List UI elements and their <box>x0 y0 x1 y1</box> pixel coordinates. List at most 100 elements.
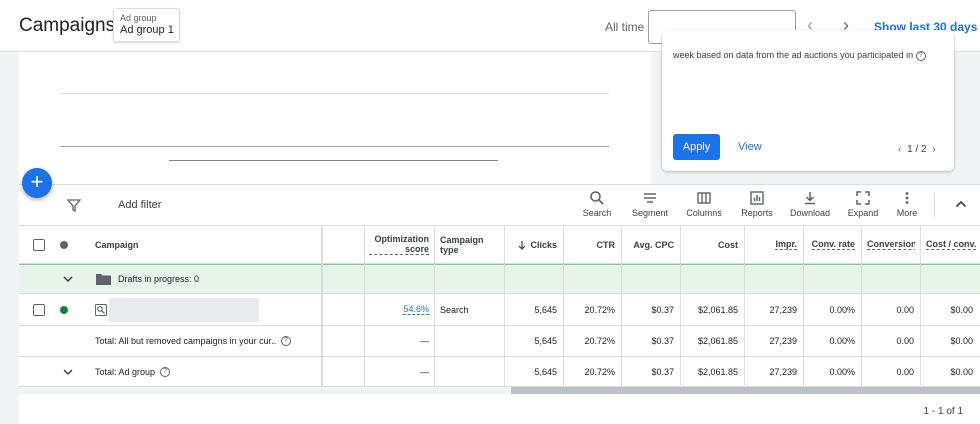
column-divider <box>434 226 435 387</box>
adgroup-selector-value: Ad group 1 <box>120 24 174 36</box>
filter-icon[interactable] <box>67 198 81 212</box>
header-conv-rate[interactable]: Conv. rate <box>809 226 855 263</box>
select-all-checkbox[interactable] <box>33 238 45 251</box>
header-cost[interactable]: Cost <box>684 226 738 263</box>
recommendation-card: week based on data from the ad auctions … <box>662 30 954 171</box>
add-filter-button[interactable]: Add filter <box>118 199 161 211</box>
more-tool-button[interactable]: More <box>894 190 920 218</box>
adgroup-cost-conv: $0.00 <box>950 366 973 377</box>
adgroup-selector-label: Ad group <box>120 13 157 23</box>
adgroup-ctr: 20.72% <box>584 366 615 377</box>
reports-tool-button[interactable]: Reports <box>738 190 776 218</box>
segment-tool-button[interactable]: Segment <box>631 190 669 218</box>
header-conversions[interactable]: Conversions <box>867 226 915 263</box>
table-row[interactable]: 54.6% Search 5,645 20.72% $0.37 $2,061.8… <box>19 294 980 326</box>
columns-icon <box>697 192 711 204</box>
column-divider <box>744 226 745 387</box>
expand-tool-label: Expand <box>847 208 879 218</box>
reports-icon <box>750 191 764 205</box>
search-icon <box>590 191 604 205</box>
chevron-right-icon[interactable]: › <box>932 144 935 155</box>
date-range-label: All time <box>605 20 645 34</box>
chart-gridline <box>60 146 609 147</box>
more-vert-icon <box>905 192 909 204</box>
cost-value: $2,061.85 <box>697 304 738 315</box>
header-clicks[interactable]: Clicks <box>509 226 557 263</box>
total-adgroup-row: Total: Ad group ? — 5,645 20.72% $0.37 $… <box>19 357 980 387</box>
optimization-score-text: 54.6% <box>403 304 429 315</box>
avg-cpc-value: $0.37 <box>651 304 674 315</box>
row-checkbox[interactable] <box>33 303 45 316</box>
column-divider <box>803 226 804 387</box>
adgroup-impr: 27,239 <box>769 366 797 377</box>
total-conversions: 0.00 <box>896 336 914 346</box>
table-toolbar: Add filter Search Segment Columns Report… <box>19 184 980 226</box>
status-column-icon <box>60 240 68 249</box>
header-impr-text: Impr. <box>775 239 797 250</box>
campaign-name[interactable] <box>109 298 259 322</box>
header-optimization-score[interactable]: Optimization score <box>369 226 429 263</box>
header-campaign-type[interactable]: Campaign type <box>440 226 500 263</box>
header-optimization-score-text: Optimization score <box>369 234 429 255</box>
chevron-down-icon[interactable] <box>62 366 74 378</box>
column-divider <box>364 226 365 387</box>
page-title: Campaigns <box>19 15 116 36</box>
help-icon[interactable]: ? <box>281 336 291 346</box>
total-campaigns-label: Total: All but removed campaigns in your… <box>95 336 277 346</box>
help-icon[interactable]: ? <box>915 50 926 61</box>
download-tool-button[interactable]: Download <box>788 190 832 218</box>
total-cost-conv: $0.00 <box>950 336 973 346</box>
drafts-row: Drafts in progress: 0 <box>19 264 980 294</box>
frozen-column-divider <box>321 226 323 387</box>
expand-tool-button[interactable]: Expand <box>846 190 880 218</box>
recommendation-text: week based on data from the ad auctions … <box>673 50 926 61</box>
adgroup-selector[interactable]: Ad group Ad group 1 <box>113 8 180 42</box>
impr-value: 27,239 <box>769 304 797 315</box>
view-link[interactable]: View <box>738 141 762 153</box>
table-header-row: Campaign Optimization score Campaign typ… <box>19 226 980 264</box>
header-campaign[interactable]: Campaign <box>95 226 215 263</box>
plus-icon: + <box>30 169 44 194</box>
total-conv-rate: 0.00% <box>829 336 855 346</box>
header-conv-rate-text: Conv. rate <box>811 239 855 250</box>
campaign-type-value: Search <box>440 304 469 315</box>
header-impr[interactable]: Impr. <box>749 226 797 263</box>
row-count: 1 - 1 of 1 <box>923 406 963 417</box>
download-icon <box>805 192 815 205</box>
adgroup-conv-rate: 0.00% <box>829 366 855 377</box>
header-ctr[interactable]: CTR <box>569 226 616 263</box>
horizontal-scrollbar[interactable] <box>511 387 980 394</box>
adgroup-cost: $2,061.85 <box>697 366 738 377</box>
conv-rate-value: 0.00% <box>829 304 855 315</box>
download-tool-label: Download <box>789 208 831 218</box>
chevron-up-icon[interactable] <box>954 197 968 211</box>
header-cost-conv-text: Cost / conv. <box>926 239 977 250</box>
total-clicks: 5,645 <box>534 336 557 346</box>
reports-tool-label: Reports <box>741 208 773 218</box>
column-divider <box>680 226 681 387</box>
total-campaigns-row: Total: All but removed campaigns in your… <box>19 326 980 357</box>
adgroup-avg-cpc: $0.37 <box>651 366 674 377</box>
header-cost-conv[interactable]: Cost / conv. <box>926 226 980 263</box>
more-tool-label: More <box>896 208 918 218</box>
adgroup-optimization-score: — <box>420 366 429 377</box>
chevron-down-icon[interactable] <box>62 273 74 285</box>
chevron-left-icon[interactable]: ‹ <box>898 144 901 155</box>
pager-text: 1 / 2 <box>907 144 927 155</box>
search-tool-button[interactable]: Search <box>582 190 612 218</box>
status-enabled-icon <box>60 305 68 314</box>
expand-icon <box>856 191 870 205</box>
optimization-score-value[interactable]: 54.6% <box>369 294 429 325</box>
recommendation-pager: ‹ 1 / 2 › <box>898 144 936 155</box>
total-cost: $2,061.85 <box>697 336 738 346</box>
help-icon[interactable]: ? <box>160 366 170 377</box>
apply-button[interactable]: Apply <box>673 134 720 160</box>
columns-tool-button[interactable]: Columns <box>684 190 724 218</box>
header-clicks-text: Clicks <box>530 239 557 250</box>
column-divider <box>504 226 505 387</box>
toolbar-divider <box>934 193 935 217</box>
add-campaign-button[interactable]: + <box>22 168 52 198</box>
clicks-value: 5,645 <box>534 304 557 315</box>
header-avg-cpc[interactable]: Avg. CPC <box>627 226 674 263</box>
segment-icon <box>644 193 656 203</box>
